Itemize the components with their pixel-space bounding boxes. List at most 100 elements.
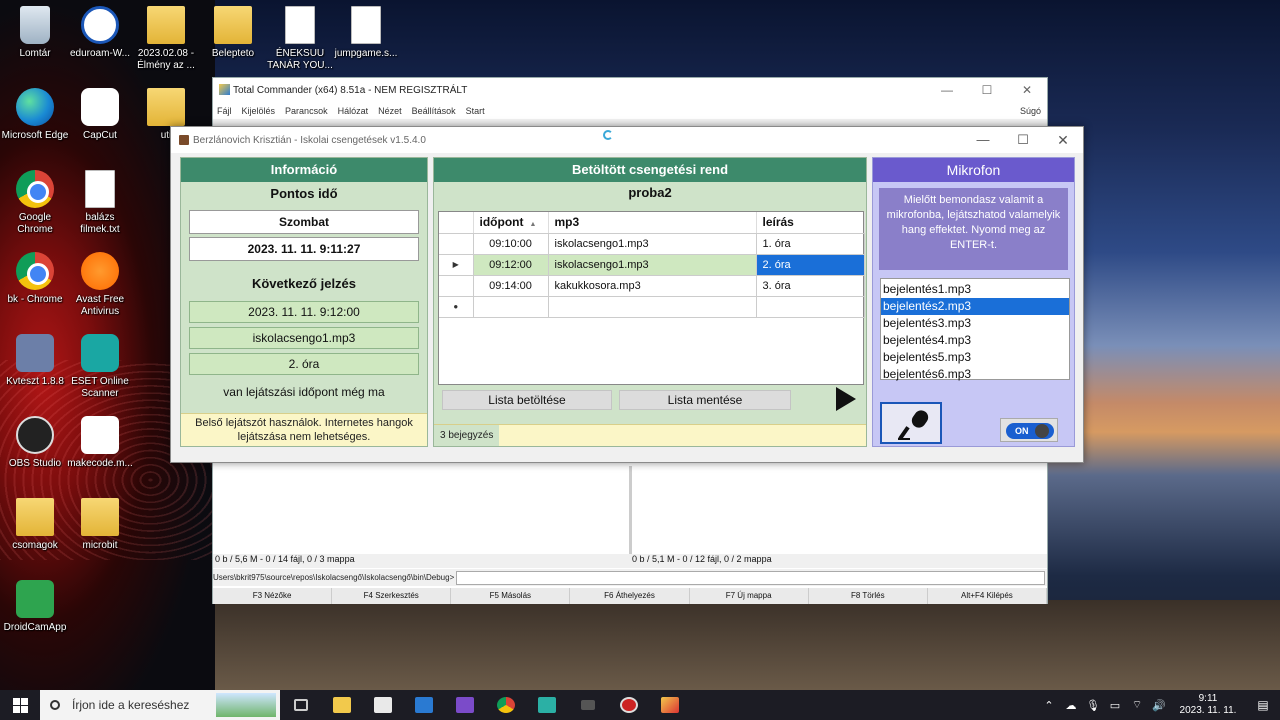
taskbar-store[interactable] [362,690,403,720]
cell-time[interactable]: 09:12:00 [473,254,549,276]
table-row[interactable]: 09:14:00 kakukkosora.mp3 3. óra [439,275,865,297]
tc-menu-parancsok[interactable]: Parancsok [285,106,328,116]
desktop-icon-obs[interactable]: OBS Studio [0,416,70,470]
cell-mp3[interactable]: kakukkosora.mp3 [548,275,757,297]
list-item[interactable]: bejelentés1.mp3 [881,281,1069,298]
tc-menu-start[interactable]: Start [466,106,485,116]
new-row[interactable]: ● [439,296,865,318]
desktop-icon-kvteszt[interactable]: Kvteszt 1.8.8 [0,334,70,388]
cell-time[interactable]: 09:10:00 [473,233,549,255]
save-list-button[interactable]: Lista mentése [619,390,791,410]
table-row[interactable]: 09:10:00 iskolacsengo1.mp3 1. óra [439,233,865,255]
column-header-description[interactable]: leírás [756,212,865,234]
taskbar-bell-app[interactable] [608,690,649,720]
tc-f6-button[interactable]: F6 Áthelyezés [570,588,690,604]
tc-titlebar[interactable]: Total Commander (x64) 8.51a - NEM REGISZ… [213,78,1047,102]
column-header-time[interactable]: időpont ▲ [473,212,549,234]
cell-mp3[interactable]: iskolacsengo1.mp3 [548,254,757,276]
tc-f5-button[interactable]: F5 Másolás [451,588,571,604]
taskbar-camera-app[interactable] [567,690,608,720]
column-header-mp3[interactable]: mp3 [548,212,757,234]
desktop-icon-microbit[interactable]: microbit [65,498,135,552]
chevron-up-icon[interactable]: ⌃ [1038,699,1060,712]
tc-f3-button[interactable]: F3 Nézőke [213,588,333,604]
tc-left-panel[interactable] [213,466,632,554]
volume-icon[interactable]: 🔊 [1148,699,1170,712]
app-minimize-button[interactable]: — [963,132,1003,149]
desktop-icon-droidcam[interactable]: DroidCamApp [0,580,70,634]
play-icon[interactable] [836,387,856,411]
wifi-tray-icon[interactable]: ⌔ [1126,698,1148,712]
desktop-icon-eduroam[interactable]: eduroam-W... [65,6,135,60]
desktop-icon-jumpgame[interactable]: jumpgame.s... [331,6,401,60]
tc-minimize-button[interactable]: — [927,83,967,97]
cell-description[interactable]: 2. óra [756,254,865,276]
current-row-indicator-icon[interactable]: ▶ [439,254,474,276]
app-close-button[interactable]: ✕ [1043,132,1083,149]
tc-f4-button[interactable]: F4 Szerkesztés [332,588,452,604]
cloud-icon[interactable]: ☁ [1060,699,1082,712]
app-maximize-button[interactable]: ☐ [1003,132,1043,149]
start-button[interactable] [0,690,40,720]
tc-f8-button[interactable]: F8 Törlés [809,588,928,604]
cell-time[interactable]: 09:14:00 [473,275,549,297]
taskbar-clock[interactable]: 9:11 2023. 11. 11. [1170,693,1246,717]
tc-menu-help[interactable]: Súgó [1020,106,1041,116]
list-item[interactable]: bejelentés4.mp3 [881,332,1069,349]
tc-close-button[interactable]: ✕ [1007,83,1047,97]
desktop-icon-edge[interactable]: Microsoft Edge [0,88,70,142]
list-item[interactable]: bejelentés6.mp3 [881,366,1069,383]
tc-maximize-button[interactable]: ☐ [967,83,1007,97]
row-header[interactable] [439,275,474,297]
desktop-icon-belepteto[interactable]: Belepteto [198,6,268,60]
taskbar-mail[interactable] [403,690,444,720]
row-header[interactable] [439,233,474,255]
tc-menu-fajl[interactable]: Fájl [217,106,232,116]
new-row-indicator-icon[interactable]: ● [439,296,474,318]
cell-time[interactable] [473,296,549,318]
desktop-icon-balazs-filmek[interactable]: balázs filmek.txt [65,170,135,236]
microphone-tray-icon[interactable]: 🎙 [1082,699,1104,712]
tc-exit-button[interactable]: Alt+F4 Kilépés [928,588,1047,604]
network-icon[interactable]: ▭ [1104,699,1126,712]
microphone-toggle[interactable]: ON [1000,418,1058,442]
list-item-selected[interactable]: bejelentés2.mp3 [881,298,1069,315]
cell-description[interactable] [756,296,865,318]
cell-description[interactable]: 3. óra [756,275,865,297]
tc-right-panel[interactable] [631,466,1047,554]
list-item[interactable]: bejelentés5.mp3 [881,349,1069,366]
desktop-icon-avast[interactable]: Avast Free Antivirus [65,252,135,318]
desktop-icon-recycle-bin[interactable]: Lomtár [0,6,70,60]
schedule-grid[interactable]: időpont ▲ mp3 leírás 09:10:00 iskolacseng… [438,211,865,385]
desktop-icon-capcut[interactable]: CapCut [65,88,135,142]
microphone-button[interactable] [880,402,942,444]
desktop-icon-makecode[interactable]: makecode.m... [65,416,135,470]
app-titlebar[interactable]: Berzlánovich Krisztián - Iskolai csenget… [171,127,1083,153]
tc-menu-nezet[interactable]: Nézet [378,106,402,116]
table-row-selected[interactable]: ▶ 09:12:00 iskolacsengo1.mp3 2. óra [439,254,865,276]
desktop-icon-folder-elmeny[interactable]: 2023.02.08 - Élmény az ... [131,6,201,72]
sound-effect-list[interactable]: bejelentés1.mp3 bejelentés2.mp3 bejelent… [880,278,1070,383]
desktop-icon-chrome[interactable]: Google Chrome [0,170,70,236]
load-list-button[interactable]: Lista betöltése [442,390,612,410]
desktop-icon-eset[interactable]: ESET Online Scanner [65,334,135,400]
taskbar-file-explorer[interactable] [321,690,362,720]
desktop-icon-csomagok[interactable]: csomagok [0,498,70,552]
tc-menu-halozat[interactable]: Hálózat [338,106,369,116]
cell-mp3[interactable]: iskolacsengo1.mp3 [548,233,757,255]
taskbar-search-box[interactable]: Írjon ide a kereséshez [40,690,280,720]
taskbar-total-commander[interactable] [649,690,690,720]
taskbar-monitor-app[interactable] [526,690,567,720]
cell-description[interactable]: 1. óra [756,233,865,255]
task-view-button[interactable] [280,690,321,720]
tc-menu-beallitasok[interactable]: Beállítások [412,106,456,116]
list-item[interactable]: bejelentés3.mp3 [881,315,1069,332]
tc-menu-kijeloles[interactable]: Kijelölés [242,106,276,116]
tc-command-input[interactable] [456,570,1045,585]
taskbar-chrome[interactable] [485,690,526,720]
desktop-icon-eneksuu[interactable]: ÉNEKSUU TANÁR YOU... [265,6,335,72]
taskbar-save-app[interactable] [444,690,485,720]
notification-icon[interactable]: ▤ [1246,698,1280,712]
desktop-icon-bk-chrome[interactable]: bk - Chrome [0,252,70,306]
cell-mp3[interactable] [548,296,757,318]
